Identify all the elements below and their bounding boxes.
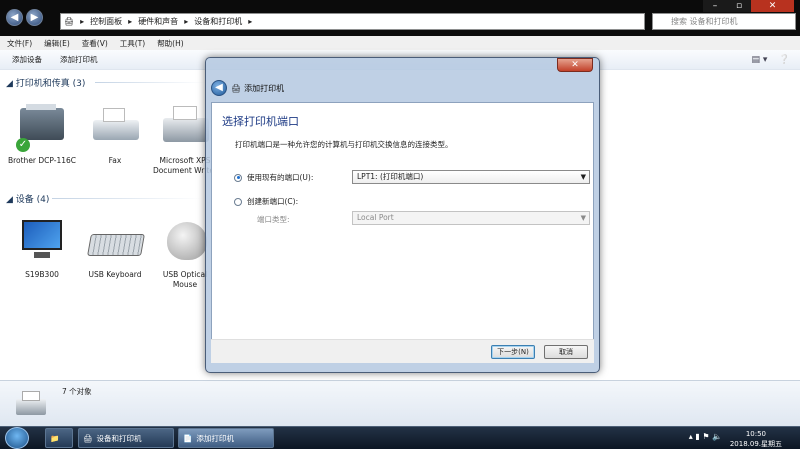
existing-port-select[interactable]: LPT1: (打印机端口) ▼ — [352, 170, 590, 184]
menu-file[interactable]: 文件(F) — [7, 38, 32, 49]
system-tray: ▴ ▮ ⚑ 🔈 — [689, 432, 722, 441]
clock-date: 2018.09.星期五 — [729, 440, 782, 448]
start-icon[interactable] — [5, 427, 29, 449]
view-options-icon[interactable]: ▤ ▾ ❔ — [751, 55, 790, 65]
back-icon[interactable]: ◀ — [211, 80, 227, 96]
flag-icon[interactable]: ⚑ — [702, 432, 709, 441]
keyboard-icon — [85, 216, 145, 266]
add-printer-dialog: ✕ ◀ 🖨 添加打印机 选择打印机端口 打印机端口是一种允许您的计算机与打印机交… — [205, 57, 600, 373]
back-icon[interactable]: ◀ — [6, 9, 23, 26]
group-label: 打印机和传真 (3) — [15, 79, 86, 89]
dialog-heading: 选择打印机端口 — [222, 115, 299, 128]
monitor-item[interactable]: S19B300 — [7, 216, 77, 280]
printer-label: Brother DCP-116C — [7, 156, 77, 165]
details-pane: 7 个对象 — [0, 380, 800, 426]
maximize-icon[interactable]: ▫ — [727, 0, 751, 12]
cancel-button[interactable]: 取消 — [544, 345, 588, 359]
chevron-up-icon[interactable]: ▴ — [689, 432, 693, 441]
menu-bar: 文件(F) 编辑(E) 查看(V) 工具(T) 帮助(H) — [0, 36, 800, 50]
breadcrumb-item[interactable]: 设备和打印机 — [194, 16, 242, 27]
taskbar-item-add-printer[interactable]: 📄 添加打印机 — [178, 428, 274, 448]
printer-icon: 🖨 — [83, 433, 93, 443]
clock-time: 10:50 — [745, 430, 766, 438]
use-existing-port-option[interactable]: 使用现有的端口(U): — [234, 172, 313, 183]
create-new-port-label: 创建新端口(C): — [247, 197, 299, 206]
close-icon[interactable]: ✕ — [557, 58, 593, 72]
keyboard-label: USB Keyboard — [88, 270, 142, 279]
fax-item[interactable]: Fax — [80, 102, 150, 166]
search-placeholder: 搜索 设备和打印机 — [671, 17, 738, 26]
menu-help[interactable]: 帮助(H) — [157, 38, 184, 49]
printer-icon — [14, 387, 48, 421]
monitor-label: S19B300 — [25, 270, 59, 279]
dialog-header: ◀ 🖨 添加打印机 — [211, 74, 594, 102]
chevron-down-icon: ▼ — [580, 214, 586, 222]
clock[interactable]: 10:50 2018.09.星期五 — [730, 429, 782, 449]
title-bar: ◀ ▶ 🖨 ▸ 控制面板 ▸ 硬件和声音 ▸ 设备和打印机 ▸ 搜索 设备和打印… — [0, 0, 800, 36]
group-header-printers[interactable]: ◢ 打印机和传真 (3) — [6, 76, 85, 89]
create-new-port-radio[interactable] — [234, 197, 242, 206]
chevron-down-icon: ▼ — [580, 173, 586, 181]
taskbar: 📁 🖨 设备和打印机 📄 添加打印机 ▴ ▮ ⚑ 🔈 10:50 2018.09… — [0, 426, 800, 449]
search-input[interactable]: 搜索 设备和打印机 — [652, 13, 796, 30]
printer-icon: 🖨 — [231, 83, 242, 93]
add-device-button[interactable]: 添加设备 — [12, 54, 42, 65]
fax-icon — [85, 102, 145, 152]
keyboard-item[interactable]: USB Keyboard — [80, 216, 150, 280]
menu-edit[interactable]: 编辑(E) — [44, 38, 70, 49]
object-count: 7 个对象 — [62, 387, 92, 396]
menu-tools[interactable]: 工具(T) — [120, 38, 145, 49]
breadcrumb-sep-icon: ▸ — [248, 17, 253, 26]
group-header-devices[interactable]: ◢ 设备 (4) — [6, 192, 49, 205]
printer-icon: ✓ — [12, 102, 72, 152]
dialog-title: 添加打印机 — [244, 83, 285, 93]
add-printer-button[interactable]: 添加打印机 — [60, 54, 98, 65]
fax-label: Fax — [108, 156, 122, 165]
group-label: 设备 (4) — [15, 195, 50, 205]
breadcrumb-item[interactable]: 控制面板 — [90, 16, 122, 27]
minimize-icon[interactable]: – — [703, 0, 727, 12]
divider — [95, 82, 205, 83]
printer-folder-icon: 🖨 — [64, 17, 75, 26]
existing-port-value: LPT1: (打印机端口) — [357, 172, 424, 181]
port-type-select[interactable]: Local Port ▼ — [352, 211, 590, 225]
dialog-footer: 下一步(N) 取消 — [211, 339, 594, 363]
breadcrumb-item[interactable]: 硬件和声音 — [138, 16, 178, 27]
port-type-label: 端口类型: — [257, 215, 290, 224]
monitor-icon — [12, 216, 72, 266]
task-label: 设备和打印机 — [96, 433, 142, 443]
dialog-description: 打印机端口是一种允许您的计算机与打印机交换信息的连接类型。 — [235, 140, 453, 149]
printer-item[interactable]: ✓ Brother DCP-116C — [7, 102, 77, 166]
forward-icon[interactable]: ▶ — [26, 9, 43, 26]
explorer-pinned-icon[interactable]: 📁 — [45, 428, 73, 448]
document-icon: 📄 — [183, 433, 193, 443]
breadcrumb-sep-icon: ▸ — [184, 17, 189, 26]
menu-view[interactable]: 查看(V) — [82, 38, 108, 49]
dialog-body: 选择打印机端口 打印机端口是一种允许您的计算机与打印机交换信息的连接类型。 使用… — [211, 102, 594, 362]
breadcrumb-sep-icon: ▸ — [128, 17, 133, 26]
task-label: 添加打印机 — [196, 433, 234, 443]
network-icon[interactable]: ▮ — [695, 432, 699, 441]
volume-icon[interactable]: 🔈 — [712, 432, 722, 441]
divider — [52, 198, 202, 199]
use-existing-port-label: 使用现有的端口(U): — [247, 173, 314, 182]
port-type-value: Local Port — [357, 213, 394, 222]
create-new-port-option[interactable]: 创建新端口(C): — [234, 196, 298, 207]
collapse-icon: ◢ — [6, 79, 16, 89]
collapse-icon: ◢ — [6, 195, 16, 205]
close-icon[interactable]: ✕ — [751, 0, 794, 12]
address-bar[interactable]: 🖨 ▸ 控制面板 ▸ 硬件和声音 ▸ 设备和打印机 ▸ — [60, 13, 645, 30]
breadcrumb-sep-icon: ▸ — [80, 17, 85, 26]
taskbar-item-devices[interactable]: 🖨 设备和打印机 — [78, 428, 174, 448]
use-existing-port-radio[interactable] — [234, 173, 242, 182]
next-button[interactable]: 下一步(N) — [491, 345, 535, 359]
